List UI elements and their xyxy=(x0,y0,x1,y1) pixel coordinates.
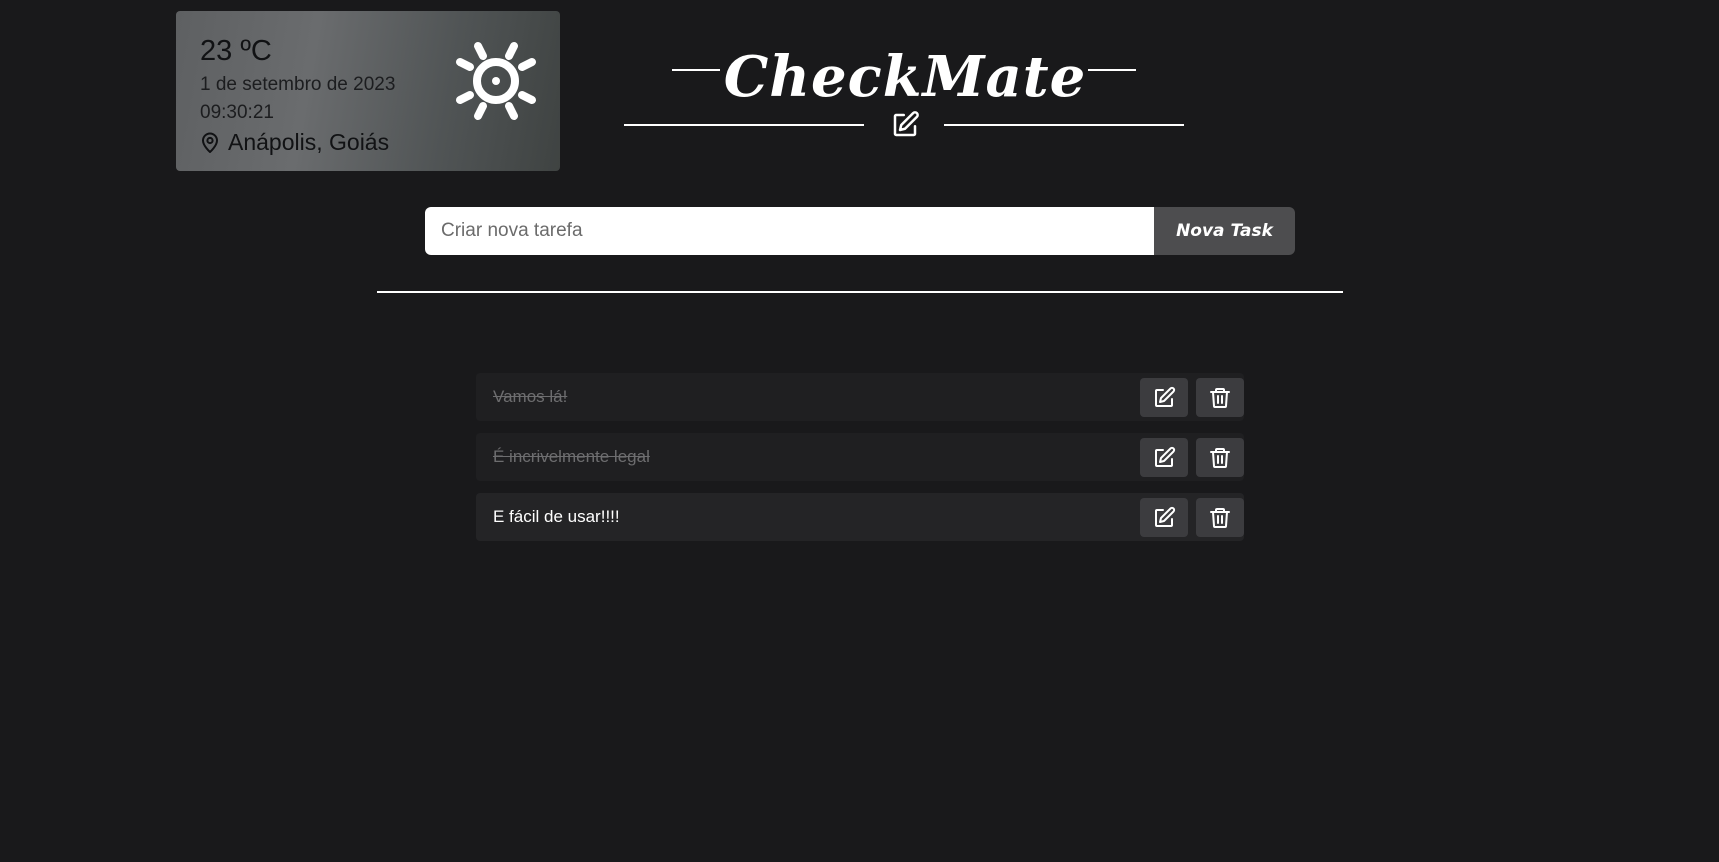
section-divider xyxy=(377,291,1343,293)
new-task-form: Nova Task xyxy=(425,207,1295,255)
trash-icon xyxy=(1210,447,1230,468)
weather-temperature: 23 ºC xyxy=(200,35,272,67)
app-title: CheckMate xyxy=(723,44,1087,110)
delete-task-button[interactable] xyxy=(1196,438,1244,477)
edit-icon xyxy=(893,111,919,137)
weather-location-label: Anápolis, Goiás xyxy=(228,129,390,155)
subtitle-line-left xyxy=(624,124,864,126)
title-line-right xyxy=(1088,69,1136,71)
new-task-input[interactable] xyxy=(425,207,1154,255)
edit-task-button[interactable] xyxy=(1140,498,1188,537)
weather-date: 1 de setembro de 2023 xyxy=(200,74,396,95)
new-task-button[interactable]: Nova Task xyxy=(1154,207,1295,255)
location-pin-icon xyxy=(202,132,218,153)
app: 23 ºC 1 de setembro de 2023 09:30:21 Aná… xyxy=(0,0,1719,862)
task-item[interactable]: E fácil de usar!!!! xyxy=(476,493,1244,541)
task-list: Vamos lá! É incrivelmente legal E fácil … xyxy=(476,373,1244,553)
task-item[interactable]: É incrivelmente legal xyxy=(476,433,1244,481)
edit-icon xyxy=(1155,446,1176,467)
edit-task-button[interactable] xyxy=(1140,378,1188,417)
edit-icon xyxy=(1155,506,1176,527)
subtitle-line-right xyxy=(944,124,1184,126)
brand-header: CheckMate xyxy=(620,30,1190,150)
trash-icon xyxy=(1210,507,1230,528)
trash-icon xyxy=(1210,387,1230,408)
sun-icon xyxy=(456,42,536,120)
task-text: Vamos lá! xyxy=(493,387,568,406)
edit-icon xyxy=(1155,386,1176,407)
task-text: É incrivelmente legal xyxy=(493,447,650,466)
weather-location: Anápolis, Goiás xyxy=(198,129,389,156)
delete-task-button[interactable] xyxy=(1196,378,1244,417)
weather-card: 23 ºC 1 de setembro de 2023 09:30:21 Aná… xyxy=(176,11,560,171)
edit-task-button[interactable] xyxy=(1140,438,1188,477)
task-item[interactable]: Vamos lá! xyxy=(476,373,1244,421)
delete-task-button[interactable] xyxy=(1196,498,1244,537)
task-text: E fácil de usar!!!! xyxy=(493,507,620,526)
weather-time: 09:30:21 xyxy=(200,102,274,123)
